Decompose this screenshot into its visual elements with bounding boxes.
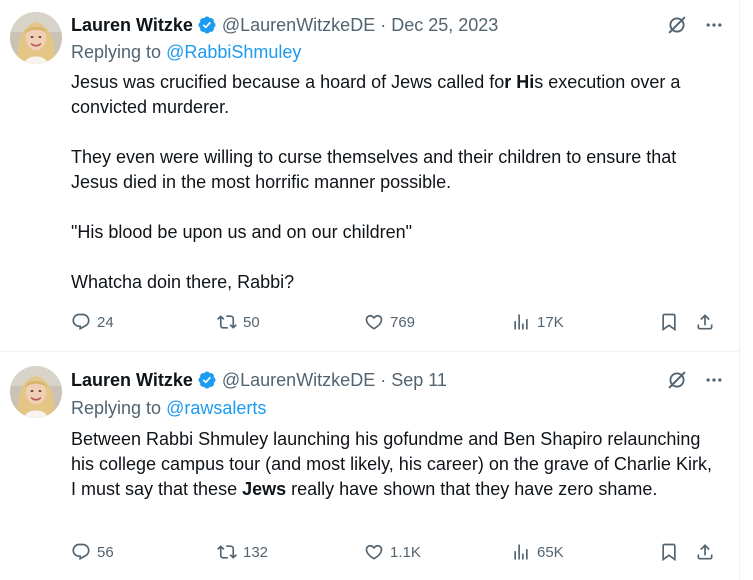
header-actions [666, 13, 724, 37]
replying-to: Replying to @rawsalerts [71, 398, 266, 419]
share-button[interactable] [695, 540, 715, 564]
retweet-icon [217, 312, 237, 332]
avatar[interactable] [10, 366, 62, 418]
bookmark-button[interactable] [659, 540, 679, 564]
author-handle[interactable]: @LaurenWitzkeDE [222, 370, 375, 391]
bold-segment: Jews [242, 479, 287, 499]
tweet-header: Lauren Witzke @LaurenWitzkeDE · Dec 25, … [71, 13, 724, 37]
like-icon [364, 542, 384, 562]
share-button[interactable] [695, 310, 715, 334]
bookmark-button[interactable] [659, 310, 679, 334]
like-button[interactable]: 1.1K [364, 540, 421, 564]
retweet-count: 50 [243, 313, 260, 331]
tweet-date[interactable]: Dec 25, 2023 [391, 15, 498, 36]
author-name[interactable]: Lauren Witzke [71, 370, 193, 391]
more-icon[interactable] [704, 15, 724, 35]
bookmark-icon [659, 312, 679, 332]
grok-icon[interactable] [666, 14, 688, 36]
text-segment: Jesus was crucified because a hoard of J… [71, 72, 505, 92]
tweet-text: Jesus was crucified because a hoard of J… [71, 70, 714, 295]
tweet-date[interactable]: Sep 11 [391, 370, 447, 391]
bold-segment: Hi [516, 72, 535, 92]
like-count: 1.1K [390, 543, 421, 561]
share-icon [695, 542, 715, 562]
bookmark-icon [659, 542, 679, 562]
reply-button[interactable]: 24 [71, 310, 114, 334]
header-actions [666, 368, 724, 392]
more-icon[interactable] [704, 370, 724, 390]
tweet-paragraph: Jesus was crucified because a hoard of J… [71, 70, 714, 120]
reply-count: 56 [97, 543, 114, 561]
views-icon [511, 542, 531, 562]
tweet-header: Lauren Witzke @LaurenWitzkeDE · Sep 11 [71, 368, 724, 392]
verified-badge-icon [197, 15, 217, 35]
share-icon [695, 312, 715, 332]
author-handle[interactable]: @LaurenWitzkeDE [222, 15, 375, 36]
like-count: 769 [390, 313, 416, 331]
reply-icon [71, 542, 91, 562]
views-button[interactable]: 17K [511, 310, 564, 334]
replying-to: Replying to @RabbiShmuley [71, 42, 301, 63]
action-bar: 56 132 1.1K 65K [71, 540, 724, 564]
text-segment: really have shown that they have zero sh… [286, 479, 658, 499]
retweet-icon [217, 542, 237, 562]
view-count: 17K [537, 313, 564, 331]
separator-dot: · [380, 369, 387, 390]
separator-dot: · [380, 14, 387, 35]
view-count: 65K [537, 543, 564, 561]
author-name[interactable]: Lauren Witzke [71, 15, 193, 36]
replying-to-label: Replying to [71, 398, 167, 418]
tweet-paragraph: Whatcha doin there, Rabbi? [71, 272, 295, 292]
tweet-text: Between Rabbi Shmuley launching his gofu… [71, 427, 714, 502]
reply-icon [71, 312, 91, 332]
retweet-button[interactable]: 132 [217, 540, 268, 564]
views-icon [511, 312, 531, 332]
reply-count: 24 [97, 313, 114, 331]
like-button[interactable]: 769 [364, 310, 415, 334]
tweet[interactable]: Lauren Witzke @LaurenWitzkeDE · Sep 11 R… [0, 352, 740, 580]
tweet-paragraph: Between Rabbi Shmuley launching his gofu… [71, 427, 714, 502]
tweet-paragraph: They even were willing to curse themselv… [71, 147, 677, 192]
tweet[interactable]: Lauren Witzke @LaurenWitzkeDE · Dec 25, … [0, 0, 740, 352]
reply-button[interactable]: 56 [71, 540, 114, 564]
replying-to-link[interactable]: @RabbiShmuley [166, 42, 301, 62]
avatar[interactable] [10, 12, 62, 64]
replying-to-label: Replying to [71, 42, 167, 62]
like-icon [364, 312, 384, 332]
tweet-thread: Lauren Witzke @LaurenWitzkeDE · Dec 25, … [0, 0, 740, 580]
replying-to-link[interactable]: @rawsalerts [166, 398, 266, 418]
retweet-count: 132 [243, 543, 269, 561]
retweet-button[interactable]: 50 [217, 310, 260, 334]
grok-icon[interactable] [666, 369, 688, 391]
action-bar: 24 50 769 17K [71, 310, 724, 334]
views-button[interactable]: 65K [511, 540, 564, 564]
tweet-paragraph: "His blood be upon us and on our childre… [71, 222, 413, 242]
verified-badge-icon [197, 370, 217, 390]
